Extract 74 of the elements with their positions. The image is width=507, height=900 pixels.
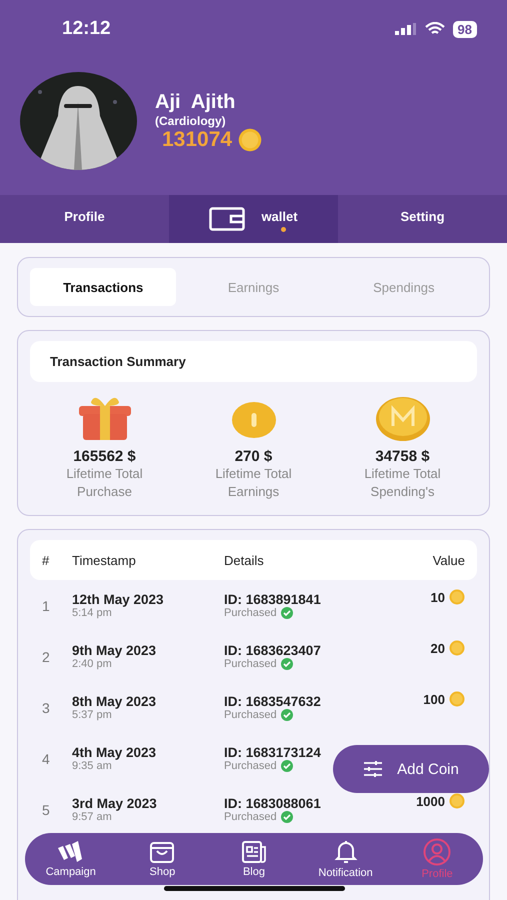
transaction-id: ID: 1683891841 <box>224 592 322 607</box>
coin-balance: 131074 <box>162 128 232 152</box>
row-number: 3 <box>42 700 51 716</box>
time-text: 5:37 pm <box>72 709 113 721</box>
status-text: Purchased <box>224 760 277 772</box>
user-icon <box>423 838 452 866</box>
tab[interactable]: wallet <box>169 195 338 243</box>
check-icon <box>280 760 293 772</box>
date-text: 8th May 2023 <box>72 694 158 709</box>
check-icon <box>280 811 293 823</box>
coin-icon <box>449 589 465 605</box>
amount-label: Lifetime Total Purchase <box>65 465 144 501</box>
row-number: 1 <box>42 598 51 614</box>
department-label: (Cardiology) <box>155 114 227 128</box>
check-icon <box>280 658 293 670</box>
column-header: # <box>42 552 50 568</box>
nav-item[interactable]: Campaign <box>25 833 117 885</box>
coin-icon <box>449 691 465 707</box>
amount: 165562 $ <box>73 448 136 465</box>
date-text: 3rd May 2023 <box>72 796 158 811</box>
value-text: 1000 <box>416 794 445 808</box>
check-icon <box>280 607 293 619</box>
transaction-id: ID: 1683173124 <box>224 745 322 760</box>
tab[interactable]: Profile <box>0 195 169 243</box>
time-text: 9:35 am <box>72 760 113 772</box>
row-number: 5 <box>42 802 51 818</box>
status-text: Purchased <box>224 709 277 721</box>
transaction-id: ID: 1683623407 <box>224 643 322 658</box>
gift-icon <box>76 396 132 442</box>
status-text: Purchased <box>224 658 277 670</box>
nav-item[interactable]: Notification <box>300 833 392 885</box>
transaction-id: ID: 1683547632 <box>224 694 322 709</box>
column-header: Timestamp <box>72 552 137 568</box>
wallet-icon <box>209 207 246 231</box>
amount-label: Lifetime Total Earnings <box>214 465 293 501</box>
amount: 270 $ <box>234 448 272 465</box>
row-number: 2 <box>42 648 51 664</box>
signal-icon <box>394 23 417 35</box>
time-text: 5:14 pm <box>72 607 113 619</box>
date-text: 9th May 2023 <box>72 643 158 658</box>
add-coin-button[interactable]: Add Coin <box>333 745 489 793</box>
column-header: Details <box>224 552 265 568</box>
summary-title: Transaction Summary <box>30 341 477 382</box>
time-text: 2:40 pm <box>72 658 113 670</box>
value-text: 10 <box>430 590 445 604</box>
newspaper-icon <box>240 840 267 864</box>
nav-item[interactable]: Shop <box>116 833 208 885</box>
segment-tab[interactable]: Transactions <box>30 268 176 306</box>
coin-icon <box>449 640 465 656</box>
date-text: 12th May 2023 <box>72 592 165 607</box>
coin-icon <box>238 128 262 152</box>
nav-item[interactable]: Blog <box>208 833 300 885</box>
coin-icon <box>449 793 465 809</box>
amount-label: Lifetime Total Spending's <box>363 465 442 501</box>
wifi-icon <box>424 22 445 36</box>
date-text: 4th May 2023 <box>72 745 158 760</box>
amount: 34758 $ <box>375 448 430 465</box>
coin-icon <box>374 396 430 442</box>
check-icon <box>280 709 293 721</box>
tab[interactable]: Setting <box>338 195 507 243</box>
time-text: 9:57 am <box>72 811 113 823</box>
column-header: Value <box>432 552 465 568</box>
sliders-icon <box>363 760 384 778</box>
transaction-id: ID: 1683088061 <box>224 796 322 811</box>
bell-icon <box>332 839 359 865</box>
status-text: Purchased <box>224 607 277 619</box>
shopping-bag-icon <box>149 840 176 864</box>
value-text: 100 <box>423 692 445 706</box>
battery-level: 98 <box>452 20 477 38</box>
clock-time: 12:12 <box>62 18 112 40</box>
user-name: Aji Ajith <box>155 90 236 114</box>
row-number: 4 <box>42 750 51 766</box>
status-text: Purchased <box>224 811 277 823</box>
value-text: 20 <box>430 640 445 656</box>
